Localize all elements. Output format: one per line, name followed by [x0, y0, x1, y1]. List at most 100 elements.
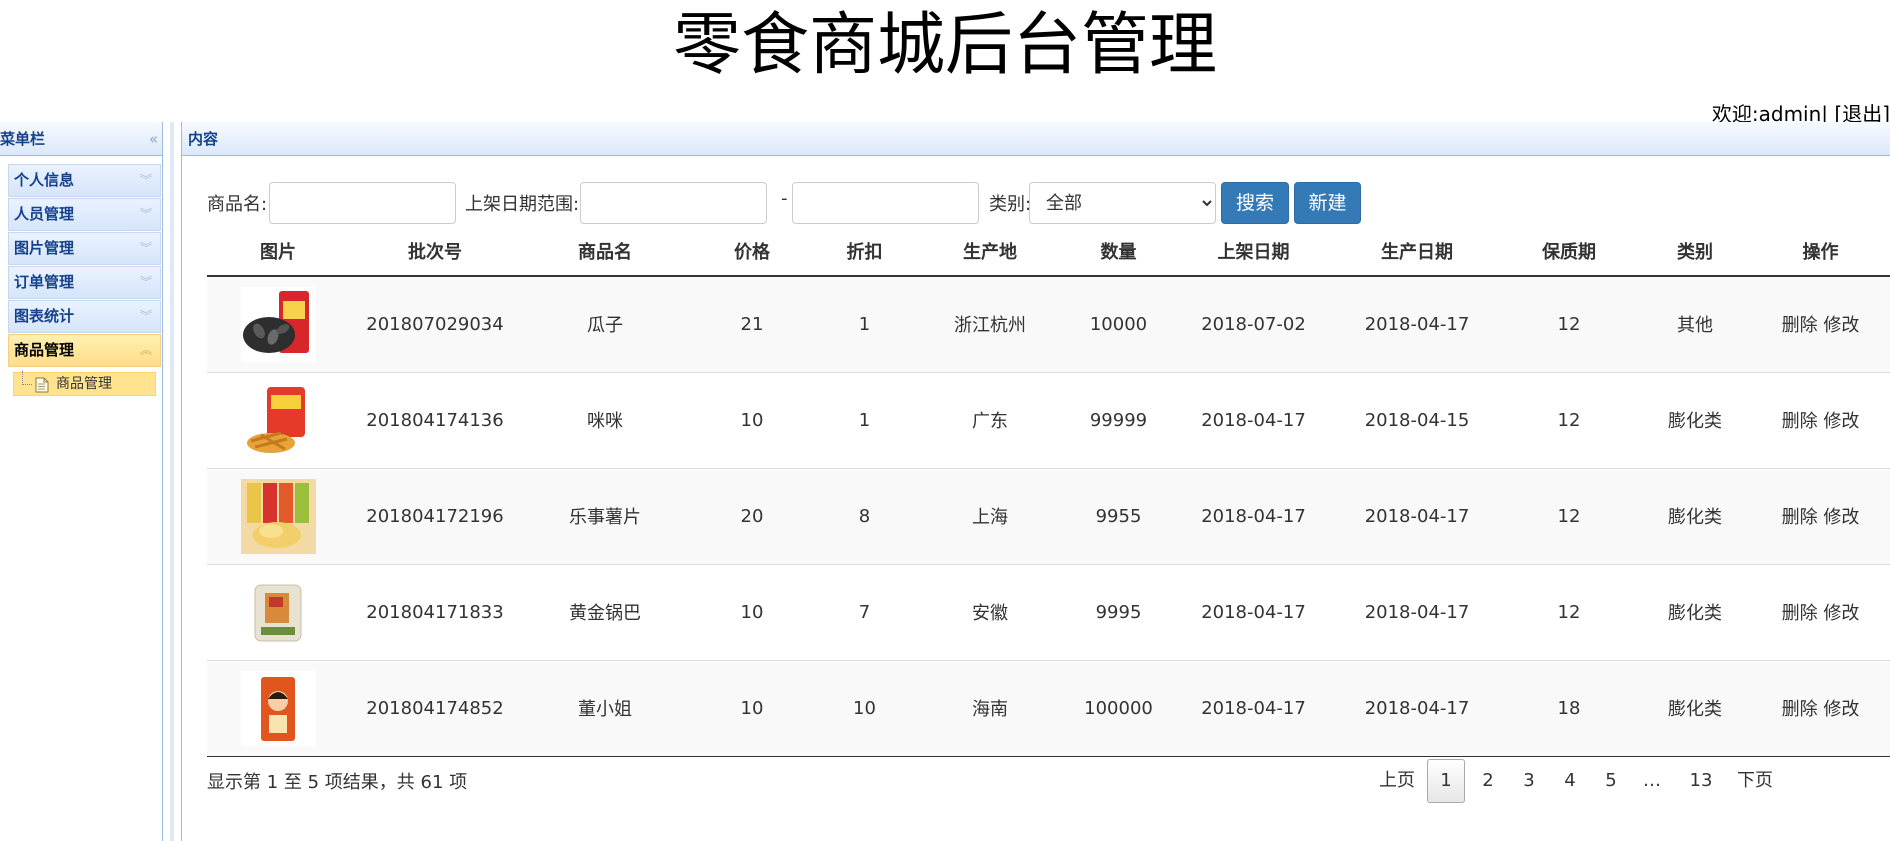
menu-item-label: 图表统计	[14, 307, 75, 325]
category-select[interactable]: 全部	[1029, 182, 1216, 224]
column-header: 操作	[1750, 232, 1890, 277]
delete-link[interactable]: 删除	[1782, 411, 1818, 432]
menu-item-label: 人员管理	[14, 205, 75, 223]
delete-link[interactable]: 删除	[1782, 315, 1818, 336]
site-title: 零食商城后台管理	[672, 6, 1217, 85]
listed-date-cell: 2018-07-02	[1171, 276, 1336, 373]
actions-cell: 删除 修改	[1750, 468, 1890, 565]
column-header: 生产日期	[1336, 232, 1498, 277]
search-button[interactable]: 搜索	[1221, 182, 1289, 224]
category-cell: 膨化类	[1640, 372, 1750, 469]
menu-item-product-management[interactable]: 商品管理 ︽	[8, 334, 161, 367]
table-header-row: 图片 批次号 商品名 价格 折扣 生产地 数量 上架日期 生产日期 保质期 类别…	[207, 232, 1890, 277]
product-image-miss-dong	[240, 670, 316, 746]
shelf-life-cell: 12	[1498, 468, 1640, 565]
page-next[interactable]: 下页	[1730, 759, 1780, 803]
date-from-input[interactable]	[580, 182, 767, 224]
tree-connector	[22, 371, 32, 385]
shelf-life-cell: 12	[1498, 564, 1640, 661]
delete-link[interactable]: 删除	[1782, 507, 1818, 528]
page-13[interactable]: 13	[1680, 759, 1722, 803]
column-header: 折扣	[815, 232, 914, 277]
production-date-cell: 2018-04-15	[1336, 372, 1498, 469]
edit-link[interactable]: 修改	[1823, 699, 1859, 720]
table-row: 201807029034 瓜子 21 1 浙江杭州 10000 2018-07-…	[207, 276, 1890, 373]
edit-link[interactable]: 修改	[1823, 411, 1859, 432]
table-row: 201804174136 咪咪 10 1 广东 99999 2018-04-17…	[207, 372, 1890, 469]
batch-cell: 201807029034	[349, 276, 521, 373]
menu-accordion: 个人信息 ︾ 人员管理 ︾ 图片管理 ︾ 订单管理 ︾ 图表统计 ︾ 商品管理 …	[0, 156, 162, 396]
quantity-cell: 100000	[1066, 660, 1171, 757]
menu-item-label: 图片管理	[14, 239, 75, 257]
listed-date-cell: 2018-04-17	[1171, 660, 1336, 757]
quantity-cell: 9955	[1066, 468, 1171, 565]
product-name-input[interactable]	[269, 182, 456, 224]
product-name-label: 商品名:	[207, 194, 268, 215]
menu-panel-title: 菜单栏	[0, 130, 46, 148]
shelf-life-cell: 12	[1498, 372, 1640, 469]
menu-item-label: 商品管理	[14, 341, 75, 359]
listed-date-cell: 2018-04-17	[1171, 564, 1336, 661]
column-header: 数量	[1066, 232, 1171, 277]
menu-item-label: 个人信息	[14, 171, 75, 189]
page-prev[interactable]: 上页	[1372, 759, 1422, 803]
content-panel: 内容 商品名: 上架日期范围: - 类别: 全部 搜索 新建 图片 批次号 商品…	[181, 122, 1890, 841]
product-image-lays-chips	[240, 478, 316, 554]
column-header: 保质期	[1498, 232, 1640, 277]
delete-link[interactable]: 删除	[1782, 603, 1818, 624]
category-label: 类别:	[989, 194, 1032, 215]
content-panel-title: 内容	[188, 130, 219, 148]
content-panel-header: 内容	[182, 122, 1890, 156]
menu-item-label: 订单管理	[14, 273, 75, 291]
menu-panel-header: 菜单栏 «	[0, 122, 162, 156]
quantity-cell: 10000	[1066, 276, 1171, 373]
edit-link[interactable]: 修改	[1823, 603, 1859, 624]
chevron-down-icon: ︾	[139, 309, 152, 323]
document-icon	[35, 377, 49, 393]
product-image-rice-crust	[240, 574, 316, 650]
origin-cell: 安徽	[914, 564, 1066, 661]
submenu-item-product-management[interactable]: 商品管理	[13, 371, 156, 396]
product-image-mimi	[240, 382, 316, 458]
discount-cell: 8	[815, 468, 914, 565]
category-cell: 膨化类	[1640, 564, 1750, 661]
menu-item-personal-info[interactable]: 个人信息 ︾	[8, 164, 161, 197]
table-row: 201804171833 黄金锅巴 10 7 安徽 9995 2018-04-1…	[207, 564, 1890, 661]
menu-item-order-management[interactable]: 订单管理 ︾	[8, 266, 161, 299]
menu-item-image-management[interactable]: 图片管理 ︾	[8, 232, 161, 265]
submenu-tree: 商品管理	[8, 368, 162, 396]
name-cell: 咪咪	[521, 372, 689, 469]
actions-cell: 删除 修改	[1750, 660, 1890, 757]
name-cell: 董小姐	[521, 660, 689, 757]
chevron-down-icon: ︾	[139, 275, 152, 289]
menu-item-chart-statistics[interactable]: 图表统计 ︾	[8, 300, 161, 333]
origin-cell: 上海	[914, 468, 1066, 565]
edit-link[interactable]: 修改	[1823, 315, 1859, 336]
page-2[interactable]: 2	[1469, 759, 1507, 803]
name-cell: 黄金锅巴	[521, 564, 689, 661]
listed-date-cell: 2018-04-17	[1171, 468, 1336, 565]
page-4[interactable]: 4	[1551, 759, 1589, 803]
chevron-down-icon: ︾	[139, 241, 152, 255]
shelf-life-cell: 12	[1498, 276, 1640, 373]
menu-item-staff-management[interactable]: 人员管理 ︾	[8, 198, 161, 231]
page-1[interactable]: 1	[1427, 759, 1465, 803]
quantity-cell: 99999	[1066, 372, 1171, 469]
batch-cell: 201804174136	[349, 372, 521, 469]
page-3[interactable]: 3	[1510, 759, 1548, 803]
product-table: 图片 批次号 商品名 价格 折扣 生产地 数量 上架日期 生产日期 保质期 类别…	[207, 232, 1890, 757]
submenu-item-label: 商品管理	[56, 376, 112, 392]
chevron-up-icon: ︽	[139, 343, 152, 357]
discount-cell: 1	[815, 372, 914, 469]
page-5[interactable]: 5	[1592, 759, 1630, 803]
delete-link[interactable]: 删除	[1782, 699, 1818, 720]
panel-splitter[interactable]	[163, 122, 181, 841]
product-image-sunflower-seeds	[240, 286, 316, 362]
price-cell: 10	[689, 564, 815, 661]
date-to-input[interactable]	[792, 182, 979, 224]
collapse-left-icon[interactable]: «	[149, 122, 158, 156]
new-button[interactable]: 新建	[1294, 182, 1361, 224]
actions-cell: 删除 修改	[1750, 276, 1890, 373]
edit-link[interactable]: 修改	[1823, 507, 1859, 528]
production-date-cell: 2018-04-17	[1336, 660, 1498, 757]
